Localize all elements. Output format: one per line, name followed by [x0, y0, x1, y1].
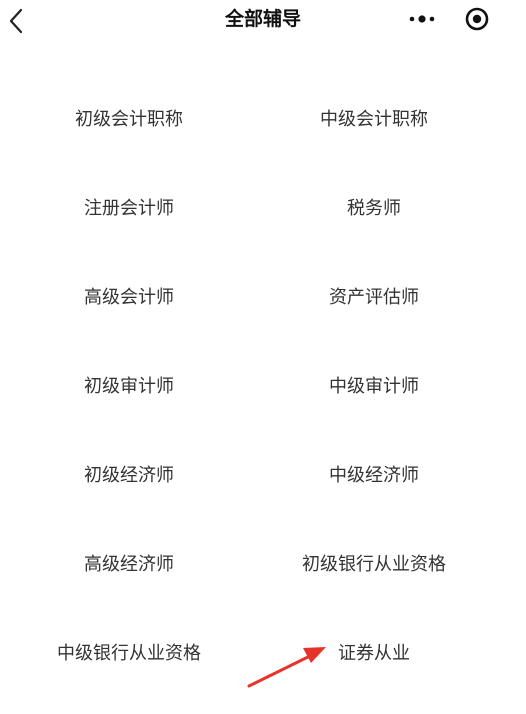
course-grid: 初级会计职称 中级会计职称 注册会计师 税务师 高级会计师 资产评估师 初级审计…: [0, 73, 526, 696]
course-item-cpa[interactable]: 注册会计师: [0, 162, 258, 251]
more-dots-icon: [409, 15, 435, 23]
course-item-senior-economist[interactable]: 高级经济师: [0, 518, 258, 607]
close-miniprogram-button[interactable]: [462, 4, 492, 34]
navigation-bar: 全部辅导: [0, 0, 526, 40]
course-item-asset-appraiser[interactable]: 资产评估师: [258, 251, 490, 340]
course-item-junior-economist[interactable]: 初级经济师: [0, 429, 258, 518]
course-item-intermediate-accountant[interactable]: 中级会计职称: [258, 73, 490, 162]
course-item-intermediate-auditor[interactable]: 中级审计师: [258, 340, 490, 429]
course-item-intermediate-economist[interactable]: 中级经济师: [258, 429, 490, 518]
course-item-junior-auditor[interactable]: 初级审计师: [0, 340, 258, 429]
course-item-tax-advisor[interactable]: 税务师: [258, 162, 490, 251]
course-item-junior-banking[interactable]: 初级银行从业资格: [258, 518, 490, 607]
course-item-senior-accountant[interactable]: 高级会计师: [0, 251, 258, 340]
course-item-securities[interactable]: 证券从业: [258, 607, 490, 696]
page-title: 全部辅导: [224, 8, 301, 30]
target-icon: [465, 7, 489, 31]
more-button[interactable]: [406, 8, 438, 30]
course-item-junior-accountant[interactable]: 初级会计职称: [0, 73, 258, 162]
course-item-intermediate-banking[interactable]: 中级银行从业资格: [0, 607, 258, 696]
